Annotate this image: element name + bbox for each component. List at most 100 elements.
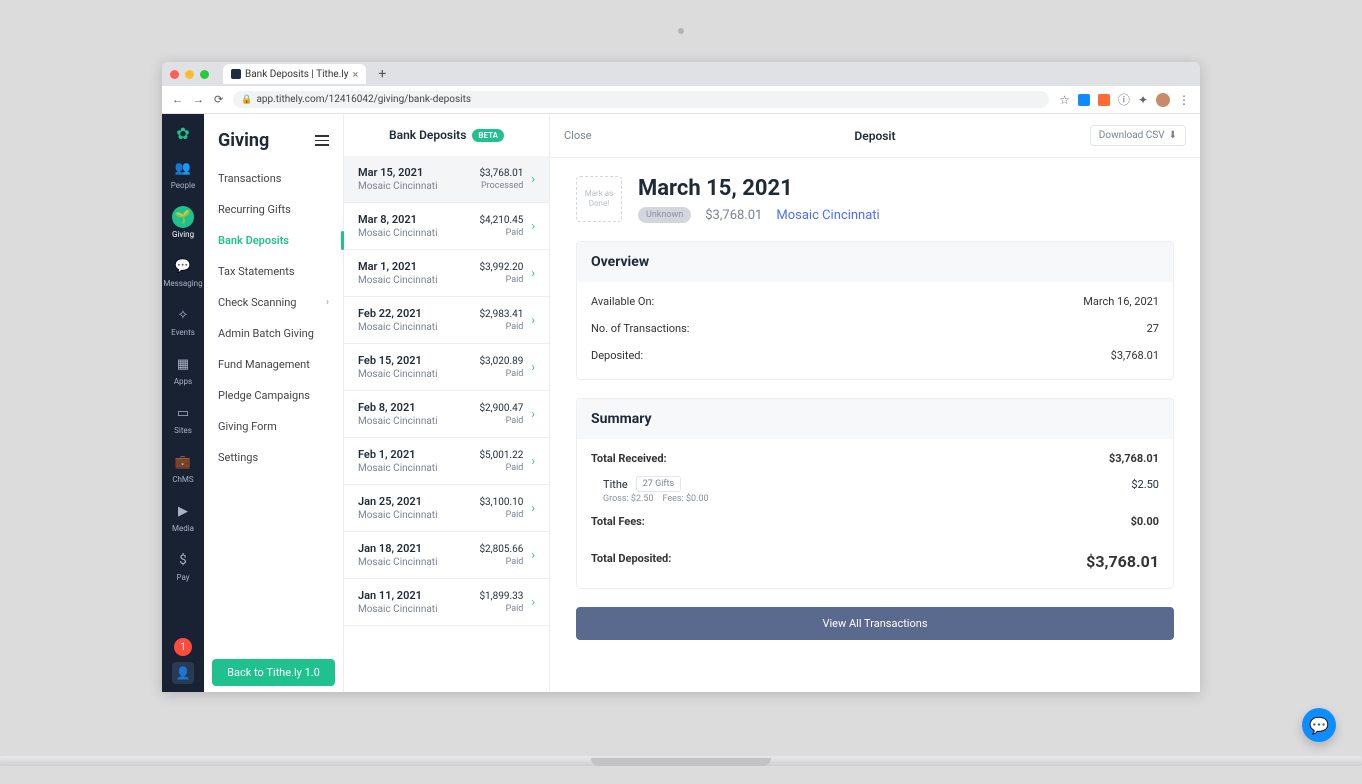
notification-badge[interactable]: 1 (174, 638, 192, 656)
deposit-row[interactable]: Mar 8, 2021 Mosaic Cincinnati $4,210.45 … (344, 203, 549, 250)
chevron-right-icon: › (531, 407, 535, 421)
nav-item-settings[interactable]: Settings (204, 442, 343, 473)
window-maximize-button[interactable] (200, 70, 209, 79)
rail-label: People (171, 181, 195, 190)
deposit-date: Feb 1, 2021 (358, 448, 471, 461)
extension-icon[interactable] (1078, 94, 1090, 106)
deposit-org: Mosaic Cincinnati (358, 322, 471, 333)
deposit-amount: $3,020.89 (479, 356, 523, 367)
deposit-row[interactable]: Jan 11, 2021 Mosaic Cincinnati $1,899.33… (344, 579, 549, 626)
deposit-amount: $3,768.01 (479, 168, 523, 179)
reload-icon[interactable]: ⟳ (214, 93, 223, 106)
chevron-right-icon: › (531, 595, 535, 609)
extensions-icon[interactable]: ✦ (1138, 93, 1148, 107)
nav-item-transactions[interactable]: Transactions (204, 163, 343, 194)
profile-avatar[interactable] (1156, 93, 1170, 107)
nav-item-admin-batch-giving[interactable]: Admin Batch Giving (204, 318, 343, 349)
deposit-list[interactable]: Mar 15, 2021 Mosaic Cincinnati $3,768.01… (344, 156, 549, 692)
rail-item-sites[interactable]: ▭Sites (163, 394, 202, 443)
deposit-amount: $1,899.33 (479, 591, 523, 602)
rail-item-giving[interactable]: 🌱Giving (163, 198, 202, 247)
deposit-date-title: March 15, 2021 (638, 176, 1174, 201)
rail-user-button[interactable]: 👤 (172, 662, 194, 684)
view-all-transactions-button[interactable]: View All Transactions (576, 607, 1174, 640)
app-rail: ✿ 👥 People 🌱Giving💬Messaging✧Events▦Apps▭S… (162, 114, 204, 692)
deposit-amount: $4,210.45 (479, 215, 523, 226)
chat-fab-button[interactable]: 💬 (1302, 708, 1336, 742)
logo-icon[interactable]: ✿ (176, 124, 189, 143)
info-icon[interactable]: ⓘ (1118, 91, 1130, 108)
deposit-row[interactable]: Feb 22, 2021 Mosaic Cincinnati $2,983.41… (344, 297, 549, 344)
rail-item-chms[interactable]: 💼ChMS (163, 443, 202, 492)
forward-icon[interactable]: → (193, 93, 204, 106)
deposit-row[interactable]: Jan 25, 2021 Mosaic Cincinnati $3,100.10… (344, 485, 549, 532)
deposit-date: Mar 8, 2021 (358, 213, 471, 226)
deposit-date: Mar 1, 2021 (358, 260, 471, 273)
deposit-status: Paid (479, 463, 523, 473)
mark-done-button[interactable]: Mark as Done! (576, 176, 622, 222)
extension-icon[interactable] (1098, 94, 1110, 106)
window-minimize-button[interactable] (185, 70, 194, 79)
rail-label: ChMS (172, 475, 193, 484)
download-csv-label: Download CSV (1099, 130, 1165, 141)
rail-item-people[interactable]: 👥 People (163, 149, 202, 198)
deposit-org: Mosaic Cincinnati (358, 369, 471, 380)
deposit-date: Feb 22, 2021 (358, 307, 471, 320)
total-deposited-value: $3,768.01 (1086, 552, 1159, 571)
chevron-right-icon: › (531, 313, 535, 327)
rail-item-pay[interactable]: $Pay (163, 541, 202, 590)
deposited-value: $3,768.01 (1111, 349, 1159, 362)
transactions-label: No. of Transactions: (591, 322, 689, 335)
hamburger-icon[interactable] (315, 135, 329, 146)
deposit-org-link[interactable]: Mosaic Cincinnati (776, 208, 879, 223)
nav-item-giving-form[interactable]: Giving Form (204, 411, 343, 442)
browser-tab[interactable]: Bank Deposits | Tithe.ly × (223, 64, 366, 84)
deposit-row[interactable]: Feb 15, 2021 Mosaic Cincinnati $3,020.89… (344, 344, 549, 391)
url-field[interactable]: 🔒 app.tithely.com/12416042/giving/bank-d… (233, 91, 1049, 108)
received-value: $3,768.01 (1109, 452, 1159, 465)
back-to-tithely-button[interactable]: Back to Tithe.ly 1.0 (212, 659, 335, 686)
deposit-date: Jan 11, 2021 (358, 589, 471, 602)
rail-item-media[interactable]: ▶Media (163, 492, 202, 541)
chevron-right-icon: › (531, 172, 535, 186)
deposit-amount: $3,992.20 (479, 262, 523, 273)
tab-close-button[interactable]: × (352, 68, 358, 81)
nav-item-bank-deposits[interactable]: Bank Deposits (204, 225, 343, 256)
window-close-button[interactable] (170, 70, 179, 79)
deposit-row[interactable]: Mar 15, 2021 Mosaic Cincinnati $3,768.01… (344, 156, 549, 203)
chevron-right-icon: › (531, 266, 535, 280)
rail-label: Pay (176, 573, 189, 582)
deposit-row[interactable]: Mar 1, 2021 Mosaic Cincinnati $3,992.20 … (344, 250, 549, 297)
menu-icon[interactable]: ⋮ (1178, 93, 1190, 107)
deposit-detail: Close Deposit Download CSV ⬇ Mark as Don… (550, 114, 1200, 692)
nav-item-recurring-gifts[interactable]: Recurring Gifts (204, 194, 343, 225)
deposit-row[interactable]: Feb 1, 2021 Mosaic Cincinnati $5,001.22 … (344, 438, 549, 485)
people-icon: 👥 (172, 157, 194, 179)
deposit-status: Paid (479, 228, 523, 238)
nav-item-fund-management[interactable]: Fund Management (204, 349, 343, 380)
nav-item-check-scanning[interactable]: Check Scanning› (204, 287, 343, 318)
overview-header: Overview (577, 242, 1173, 282)
rail-item-events[interactable]: ✧Events (163, 296, 202, 345)
deposit-status: Processed (479, 181, 523, 191)
deposit-status: Paid (479, 275, 523, 285)
sidebar-title: Giving (218, 130, 269, 151)
rail-item-messaging[interactable]: 💬Messaging (163, 247, 202, 296)
back-icon[interactable]: ← (172, 93, 183, 106)
deposit-amount: $2,900.47 (479, 403, 523, 414)
apps-icon: ▦ (172, 353, 194, 375)
nav-label: Settings (218, 451, 258, 464)
deposit-row[interactable]: Feb 8, 2021 Mosaic Cincinnati $2,900.47 … (344, 391, 549, 438)
rail-item-apps[interactable]: ▦Apps (163, 345, 202, 394)
gross-label: Gross: $2.50 (603, 494, 654, 504)
download-csv-button[interactable]: Download CSV ⬇ (1090, 125, 1186, 146)
deposit-row[interactable]: Jan 18, 2021 Mosaic Cincinnati $2,805.66… (344, 532, 549, 579)
received-label: Total Received: (591, 452, 667, 465)
new-tab-button[interactable]: + (378, 66, 386, 82)
close-button[interactable]: Close (564, 129, 592, 142)
detail-header-title: Deposit (854, 129, 895, 143)
nav-item-tax-statements[interactable]: Tax Statements (204, 256, 343, 287)
deposit-date: Jan 25, 2021 (358, 495, 471, 508)
star-icon[interactable]: ☆ (1059, 93, 1070, 107)
nav-item-pledge-campaigns[interactable]: Pledge Campaigns (204, 380, 343, 411)
